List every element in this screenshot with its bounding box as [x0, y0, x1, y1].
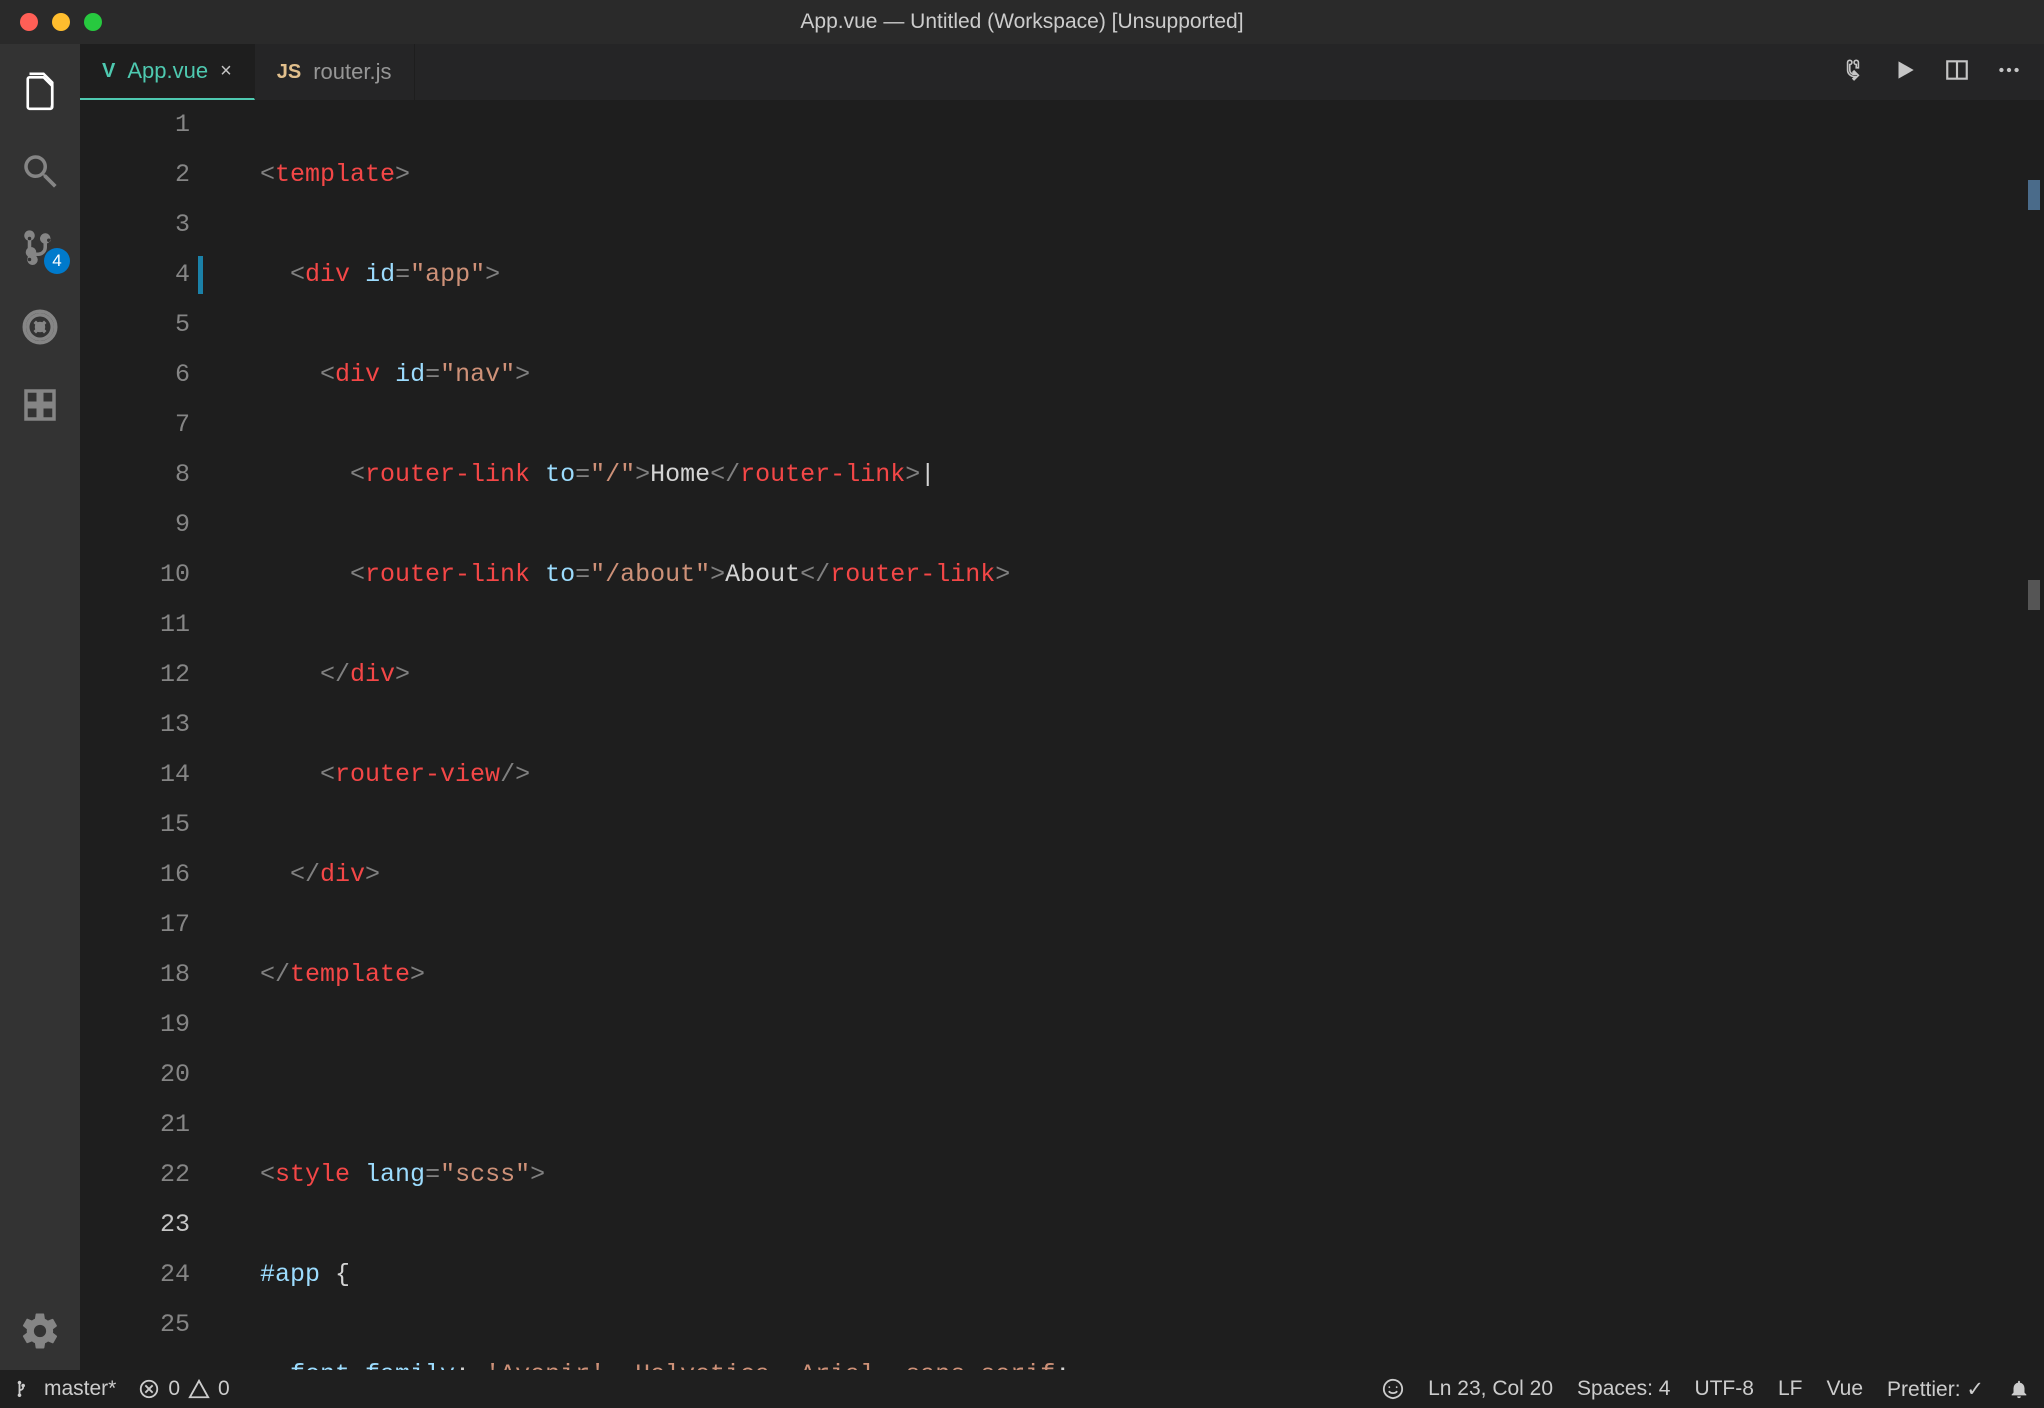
editor-area: V App.vue × JS router.js 1 2 3 4: [80, 44, 2044, 1370]
settings-gear-icon[interactable]: [0, 1292, 80, 1370]
activity-bar-top: 4: [0, 54, 80, 1292]
window-close-button[interactable]: [20, 13, 38, 31]
compare-changes-icon[interactable]: [1840, 57, 1866, 88]
debug-icon[interactable]: [0, 288, 80, 366]
code-editor[interactable]: 1 2 3 4 5 6 7 8 9 10 11 12 13 14 15 16 1…: [80, 100, 2044, 1370]
cursor-position-status[interactable]: Ln 23, Col 20: [1428, 1377, 1553, 1401]
status-bar: master* 0 0 Ln 23, Col 20 Spaces: 4 UTF-…: [0, 1370, 2044, 1408]
indentation-status[interactable]: Spaces: 4: [1577, 1377, 1670, 1401]
window-minimize-button[interactable]: [52, 13, 70, 31]
status-bar-right: Ln 23, Col 20 Spaces: 4 UTF-8 LF Vue Pre…: [1382, 1377, 2030, 1402]
git-branch-status[interactable]: master*: [14, 1377, 116, 1401]
vue-file-icon: V: [102, 60, 115, 83]
status-bar-left: master* 0 0: [14, 1377, 1360, 1401]
activity-bar: 4: [0, 44, 80, 1370]
notifications-bell-icon[interactable]: [2008, 1378, 2030, 1400]
line-number-gutter: 1 2 3 4 5 6 7 8 9 10 11 12 13 14 15 16 1…: [80, 100, 220, 1370]
window-traffic-lights: [20, 13, 102, 31]
code-content[interactable]: <template> <div id="app"> <div id="nav">…: [220, 100, 2024, 1370]
extensions-icon[interactable]: [0, 366, 80, 444]
minimap-scrollbar[interactable]: [2024, 100, 2044, 1370]
tab-label: App.vue: [127, 58, 208, 84]
feedback-icon[interactable]: [1382, 1378, 1404, 1400]
more-actions-icon[interactable]: [1996, 57, 2022, 88]
problems-status[interactable]: 0 0: [138, 1377, 229, 1401]
language-mode-status[interactable]: Vue: [1826, 1377, 1863, 1401]
source-control-badge: 4: [44, 248, 70, 274]
close-icon[interactable]: ×: [220, 60, 232, 83]
tab-router-js[interactable]: JS router.js: [255, 44, 415, 100]
editor-tabs: V App.vue × JS router.js: [80, 44, 2044, 100]
title-bar: App.vue — Untitled (Workspace) [Unsuppor…: [0, 0, 2044, 44]
search-icon[interactable]: [0, 132, 80, 210]
tab-label: router.js: [313, 59, 391, 85]
eol-status[interactable]: LF: [1778, 1377, 1803, 1401]
source-control-icon[interactable]: 4: [0, 210, 80, 288]
split-editor-icon[interactable]: [1944, 57, 1970, 88]
run-icon[interactable]: [1892, 57, 1918, 88]
prettier-status[interactable]: Prettier: ✓: [1887, 1377, 1984, 1402]
js-file-icon: JS: [277, 61, 301, 84]
window-title: App.vue — Untitled (Workspace) [Unsuppor…: [0, 10, 2044, 34]
window-zoom-button[interactable]: [84, 13, 102, 31]
editor-actions: [1818, 44, 2044, 100]
main-row: 4 V App.vue × JS router.js: [0, 44, 2044, 1370]
explorer-icon[interactable]: [0, 54, 80, 132]
tab-app-vue[interactable]: V App.vue ×: [80, 44, 255, 100]
encoding-status[interactable]: UTF-8: [1694, 1377, 1754, 1401]
